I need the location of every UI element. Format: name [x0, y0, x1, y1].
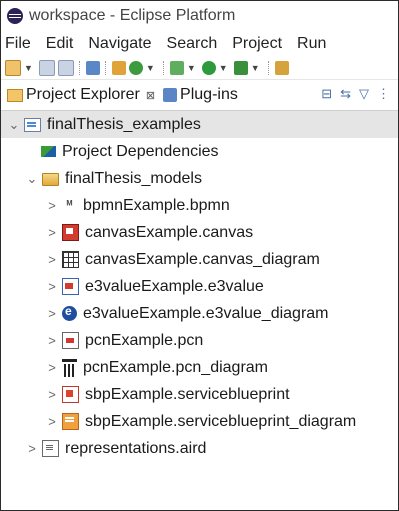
menu-navigate[interactable]: Navigate	[88, 35, 151, 53]
sbp-file-icon	[62, 386, 79, 403]
tree-item-project[interactable]: ⌄ finalThesis_examples	[1, 111, 398, 138]
expand-icon[interactable]: >	[45, 198, 59, 213]
view-menu-icon[interactable]: ⋮	[377, 86, 390, 102]
sbp-diagram-icon	[62, 413, 79, 430]
file-name: sbpExample.serviceblueprint_diagram	[85, 412, 357, 430]
tab-project-explorer-label: Project Explorer	[26, 86, 140, 103]
expand-icon[interactable]: >	[45, 225, 59, 240]
menu-file[interactable]: File	[5, 35, 31, 53]
library-icon	[41, 146, 56, 157]
bpmn-file-icon: ᴹ	[66, 199, 73, 211]
tree-item-file[interactable]: > ᴹ bpmnExample.bpmn	[1, 192, 398, 219]
project-explorer-icon	[7, 88, 23, 102]
eclipse-window: workspace - Eclipse Platform File Edit N…	[0, 0, 399, 511]
new-icon[interactable]	[5, 60, 21, 76]
tab-plugins-label: Plug-ins	[180, 86, 238, 103]
file-name: representations.aird	[65, 439, 207, 457]
tree-item-file[interactable]: > canvasExample.canvas_diagram	[1, 246, 398, 273]
aird-file-icon	[42, 440, 59, 457]
expand-icon[interactable]: >	[45, 279, 59, 294]
pcn-file-icon	[62, 332, 79, 349]
expand-icon[interactable]: >	[25, 441, 39, 456]
run-dropdown-arrow-icon[interactable]: ▼	[219, 63, 228, 73]
view-toolbar: ⊟ ⇆ ▽ ⋮	[321, 86, 390, 102]
tab-project-explorer[interactable]: Project Explorer ⊠	[3, 80, 160, 110]
tab-plugins[interactable]: Plug-ins	[159, 80, 242, 110]
view-tabs: Project Explorer ⊠ Plug-ins ⊟ ⇆ ▽ ⋮	[1, 80, 398, 111]
class-dropdown-arrow-icon[interactable]: ▼	[146, 63, 155, 73]
e3value-diagram-icon	[62, 304, 77, 321]
menu-bar: File Edit Navigate Search Project Run	[1, 31, 398, 57]
save-icon[interactable]	[38, 60, 55, 76]
file-name: canvasExample.canvas_diagram	[85, 250, 320, 268]
filter-icon[interactable]: ▽	[359, 86, 369, 102]
project-tree: ⌄ finalThesis_examples Project Dependenc…	[1, 111, 398, 462]
new-dropdown-arrow-icon[interactable]: ▼	[24, 63, 33, 73]
eclipse-logo-icon	[7, 8, 23, 24]
tree-item-file[interactable]: > e3valueExample.e3value_diagram	[1, 300, 398, 327]
file-name: pcnExample.pcn	[85, 331, 204, 349]
folder-icon	[42, 173, 59, 186]
expand-icon[interactable]: >	[45, 333, 59, 348]
run-icon[interactable]	[201, 61, 216, 75]
link-with-editor-icon[interactable]: ⇆	[340, 86, 351, 102]
expand-icon[interactable]: >	[45, 360, 59, 375]
debug-icon[interactable]	[169, 61, 184, 75]
main-toolbar: ▼ ▼ ▼ ▼ ▼	[1, 57, 398, 80]
plugins-icon	[163, 88, 178, 102]
tree-item-project-dependencies[interactable]: Project Dependencies	[1, 138, 398, 165]
folder-name: finalThesis_models	[65, 169, 202, 187]
tree-item-file[interactable]: > pcnExample.pcn	[1, 327, 398, 354]
expand-collapse-icon[interactable]: ⌄	[7, 117, 21, 133]
menu-project[interactable]: Project	[232, 35, 282, 53]
new-java-class-icon[interactable]	[111, 61, 126, 75]
canvas-file-icon	[62, 224, 79, 241]
canvas-diagram-icon	[62, 251, 79, 268]
project-icon	[24, 117, 41, 132]
file-name: canvasExample.canvas	[85, 223, 254, 241]
window-title: workspace - Eclipse Platform	[29, 7, 236, 24]
pcn-diagram-icon	[62, 358, 77, 377]
collapse-all-icon[interactable]: ⊟	[321, 86, 332, 102]
tree-item-file[interactable]: > canvasExample.canvas	[1, 219, 398, 246]
toolbar-separator	[162, 61, 165, 75]
open-type-icon[interactable]	[85, 61, 100, 75]
save-all-icon[interactable]	[57, 60, 74, 76]
tree-item-file[interactable]: > sbpExample.serviceblueprint	[1, 381, 398, 408]
project-name: finalThesis_examples	[47, 115, 201, 133]
tree-item-file[interactable]: > pcnExample.pcn_diagram	[1, 354, 398, 381]
file-name: bpmnExample.bpmn	[83, 196, 230, 214]
tree-item-file[interactable]: > e3valueExample.e3value	[1, 273, 398, 300]
external-tools-icon[interactable]	[233, 61, 248, 75]
menu-search[interactable]: Search	[167, 35, 218, 53]
debug-dropdown-arrow-icon[interactable]: ▼	[187, 63, 196, 73]
menu-run[interactable]: Run	[297, 35, 326, 53]
tree-item-file[interactable]: > sbpExample.serviceblueprint_diagram	[1, 408, 398, 435]
new-class-icon[interactable]	[128, 61, 143, 75]
file-name: sbpExample.serviceblueprint	[85, 385, 290, 403]
tree-item-representations[interactable]: > representations.aird	[1, 435, 398, 462]
toolbar-separator	[104, 61, 107, 75]
menu-edit[interactable]: Edit	[46, 35, 74, 53]
title-bar: workspace - Eclipse Platform	[1, 1, 398, 31]
expand-icon[interactable]: >	[45, 252, 59, 267]
file-name: e3valueExample.e3value_diagram	[83, 304, 329, 322]
expand-icon[interactable]: >	[45, 306, 59, 321]
open-perspective-icon[interactable]	[274, 61, 289, 75]
toolbar-separator	[78, 61, 81, 75]
toolbar-separator	[267, 61, 270, 75]
file-name: e3valueExample.e3value	[85, 277, 264, 295]
external-tools-dropdown-arrow-icon[interactable]: ▼	[251, 63, 260, 73]
tree-item-models-folder[interactable]: ⌄ finalThesis_models	[1, 165, 398, 192]
file-name: pcnExample.pcn_diagram	[83, 358, 268, 376]
dependencies-label: Project Dependencies	[62, 142, 219, 160]
expand-icon[interactable]: >	[45, 414, 59, 429]
close-icon[interactable]: ⊠	[146, 89, 155, 102]
expand-collapse-icon[interactable]: ⌄	[25, 171, 39, 187]
expand-icon[interactable]: >	[45, 387, 59, 402]
e3value-file-icon	[62, 278, 79, 295]
